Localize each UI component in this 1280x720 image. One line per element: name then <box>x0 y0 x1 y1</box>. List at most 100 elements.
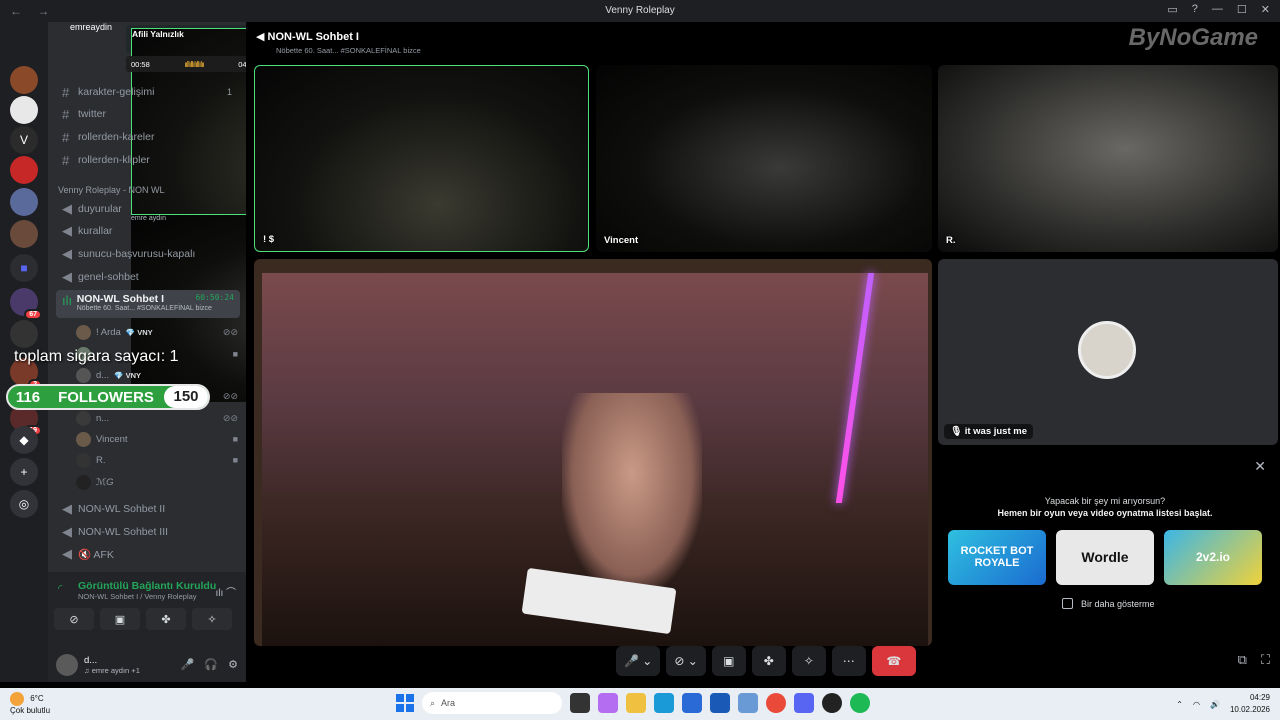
voice-channel-afk[interactable]: ◀ 🔇 AFK <box>56 544 240 564</box>
minimize-button[interactable]: — <box>1212 3 1223 16</box>
spotify-icon[interactable] <box>850 693 870 713</box>
server-icon[interactable]: 67 <box>10 288 42 320</box>
video-tile[interactable]: Vincent <box>596 65 932 252</box>
announcement-icon: ◀ <box>62 269 72 284</box>
settings-gear-icon[interactable]: ⚙ <box>228 658 238 671</box>
screenshare-button[interactable]: ▣ <box>711 646 746 676</box>
headphones-icon[interactable]: 🎧 <box>204 658 218 671</box>
game-wordle[interactable]: Wordle <box>1056 530 1154 585</box>
close-button[interactable]: ✕ <box>1261 3 1270 16</box>
more-options-button[interactable]: ⋯ <box>831 646 866 676</box>
voice-user[interactable]: n... ⊘⊘ <box>76 408 238 428</box>
taskbar-search[interactable]: ⌕ Ara <box>422 692 562 714</box>
stage-header: ◀ NON-WL Sohbet I Nöbette 60. Saat... #S… <box>256 30 421 55</box>
server-icon[interactable] <box>10 156 38 184</box>
camera-toggle-button[interactable]: ⊘ ⌄ <box>666 646 706 676</box>
server-icon[interactable] <box>10 66 38 94</box>
add-server-icon[interactable]: + <box>10 458 38 486</box>
channel-sunucu-basvurusu[interactable]: ◀ sunucu-başvurusu-kapalı <box>56 244 240 264</box>
connection-status[interactable]: Görüntülü Bağlantı Kuruldu <box>78 580 238 592</box>
maximize-button[interactable]: ☐ <box>1237 3 1247 16</box>
close-icon[interactable]: ✕ <box>1254 458 1266 475</box>
outlook-icon[interactable] <box>710 693 730 713</box>
weather-widget[interactable]: 6°C Çok bulutlu <box>10 692 50 715</box>
disconnect-icon[interactable]: ılı ⌒ <box>215 584 236 599</box>
inbox-icon[interactable]: ▭ <box>1167 3 1177 16</box>
category-header[interactable]: Venny Roleplay - NON WL <box>58 185 165 195</box>
task-view-icon[interactable] <box>570 693 590 713</box>
server-icon[interactable] <box>10 320 38 348</box>
dont-show-again[interactable]: Bir daha gösterme <box>1062 598 1155 609</box>
video-tile[interactable]: ! $ <box>254 65 589 252</box>
soundboard-button[interactable]: ✧ <box>192 608 232 630</box>
fullscreen-icon[interactable]: ⛶ <box>1261 652 1270 668</box>
server-icon[interactable] <box>10 96 38 124</box>
checkbox[interactable] <box>1062 598 1073 609</box>
video-tile[interactable]: R. <box>938 65 1278 252</box>
voice-channel-3[interactable]: ◀ NON-WL Sohbet III <box>56 522 240 542</box>
voice-user[interactable]: ! Arda 💎 VNY ⊘⊘ <box>76 322 238 342</box>
voice-user[interactable]: ℳG <box>76 472 238 492</box>
game-rocket-bot-royale[interactable]: ROCKET BOT ROYALE <box>948 530 1046 585</box>
disconnect-button[interactable]: ☎ <box>871 646 916 676</box>
app-icon[interactable] <box>738 693 758 713</box>
channel-rollerden-kareler[interactable]: # rollerden-kareler <box>56 127 240 147</box>
channel-twitter[interactable]: # twitter <box>56 104 240 124</box>
voice-channel-2[interactable]: ◀ NON-WL Sohbet II <box>56 499 240 519</box>
obs-icon[interactable] <box>822 693 842 713</box>
user-panel: d... ♫ emre aydın +1 🎤 🎧 ⚙ <box>48 647 246 682</box>
voice-channel-active[interactable]: ılı NON-WL Sohbet I 60:50:24 Nöbette 60. … <box>56 290 240 318</box>
channel-duyurular[interactable]: ◀ duyurular <box>56 199 240 219</box>
voice-user[interactable]: R. ■ <box>76 450 238 470</box>
channel-timer: 60:50:24 <box>195 293 234 302</box>
mic-icon[interactable]: 🎤 <box>181 658 195 671</box>
store-icon[interactable] <box>682 693 702 713</box>
voice-user[interactable]: Vincent ■ <box>76 429 238 449</box>
avatar <box>76 410 91 426</box>
channel-karakter-gelisimi[interactable]: # karakter-gelişimi 1 <box>56 82 240 102</box>
tile-label: 🎙 it was just me <box>944 424 1033 439</box>
announcement-icon: ◀ <box>62 201 72 216</box>
camera-off-button[interactable]: ⊘ <box>54 608 94 630</box>
server-icon[interactable]: ◆ <box>10 426 38 454</box>
folder-icon[interactable]: ■ <box>10 254 38 282</box>
followers-current: 116 <box>15 388 41 406</box>
venny-server-icon[interactable]: V <box>10 126 38 154</box>
channel-kurallar[interactable]: ◀ kurallar <box>56 221 240 241</box>
user-status: ♫ emre aydın +1 <box>84 665 140 675</box>
server-icon[interactable] <box>10 220 38 248</box>
server-icon[interactable] <box>10 188 38 216</box>
user-name: d... <box>84 654 98 666</box>
activities-button[interactable]: ✤ <box>751 646 786 676</box>
discord-icon[interactable] <box>794 693 814 713</box>
mic-toggle-button[interactable]: 🎤 ⌄ <box>616 646 661 676</box>
focused-video-stream[interactable] <box>254 259 932 646</box>
help-icon[interactable]: ? <box>1192 3 1198 16</box>
voice-user[interactable]: d... 💎 VNY <box>76 365 238 385</box>
followers-goal-bar: 116 FOLLOWERS 150 <box>6 384 210 410</box>
popout-icon[interactable]: ⧉ <box>1238 652 1247 668</box>
start-button[interactable] <box>396 694 414 712</box>
video-tile-avatar[interactable]: 🎙 it was just me <box>938 259 1278 445</box>
tray-overflow-icon[interactable]: ⌃ <box>1176 700 1183 709</box>
network-icon[interactable]: ◠ <box>1193 700 1200 709</box>
channel-genel-sohbet[interactable]: ◀ genel-sohbet <box>56 267 240 287</box>
edge-icon[interactable] <box>654 693 674 713</box>
screenshare-button[interactable]: ▣ <box>100 608 140 630</box>
clock[interactable]: 04:29 10.02.2026 <box>1230 692 1270 716</box>
announcement-icon: ◀ <box>62 223 72 238</box>
voice-active-icon: ılı <box>62 293 73 308</box>
file-explorer-icon[interactable] <box>626 693 646 713</box>
signal-icon: ◜ <box>58 583 63 595</box>
discover-icon[interactable]: ◎ <box>10 490 38 518</box>
copilot-icon[interactable] <box>598 693 618 713</box>
soundboard-button[interactable]: ✧ <box>791 646 826 676</box>
connection-channel[interactable]: NON-WL Sohbet I / Venny Roleplay <box>78 592 238 601</box>
channel-rollerden-klipler[interactable]: # rollerden-klipler <box>56 150 240 170</box>
chrome-icon[interactable] <box>766 693 786 713</box>
volume-icon[interactable]: 🔊 <box>1210 700 1220 709</box>
user-avatar[interactable] <box>56 653 78 676</box>
game-2v2io[interactable]: 2v2.io <box>1164 530 1262 585</box>
stage-channel-status[interactable]: Nöbette 60. Saat... #SONKALEFİNAL bizce <box>276 46 421 55</box>
activities-button[interactable]: ✤ <box>146 608 186 630</box>
